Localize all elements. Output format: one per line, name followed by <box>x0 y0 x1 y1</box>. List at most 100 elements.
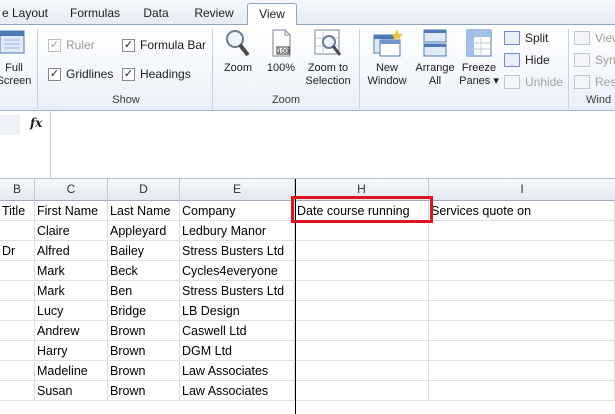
cell-e[interactable]: Caswell Ltd <box>180 321 295 341</box>
cell-i[interactable] <box>429 381 615 401</box>
full-screen-icon <box>0 27 30 59</box>
column-header-b[interactable]: B <box>0 179 35 201</box>
header-cell-b[interactable]: Title <box>0 201 35 221</box>
cell-c[interactable]: Susan <box>35 381 108 401</box>
name-box[interactable] <box>0 115 20 135</box>
new-window-label-2: Window <box>367 75 407 87</box>
cell-c[interactable]: Harry <box>35 341 108 361</box>
zoom-100-label: 100% <box>266 62 296 74</box>
cell-i[interactable] <box>429 221 615 241</box>
full-screen-button[interactable]: Full Screen <box>0 27 36 88</box>
unhide-button[interactable]: Unhide <box>504 75 563 89</box>
cell-i[interactable] <box>429 301 615 321</box>
zoom-label: Zoom <box>223 62 253 74</box>
cell-c[interactable]: Mark <box>35 281 108 301</box>
cell-c[interactable]: Andrew <box>35 321 108 341</box>
cell-i[interactable] <box>429 281 615 301</box>
column-header-c[interactable]: C <box>35 179 108 201</box>
cell-b[interactable] <box>0 381 35 401</box>
cell-c[interactable]: Lucy <box>35 301 108 321</box>
cell-d[interactable]: Appleyard <box>108 221 180 241</box>
header-cell-c[interactable]: First Name <box>35 201 108 221</box>
ruler-checkbox[interactable]: ✓ Ruler <box>48 38 95 52</box>
cell-i[interactable] <box>429 321 615 341</box>
cell-b[interactable] <box>0 361 35 381</box>
cell-c[interactable]: Madeline <box>35 361 108 381</box>
cell-h[interactable] <box>295 241 429 261</box>
cell-d[interactable]: Bailey <box>108 241 180 261</box>
cell-d[interactable]: Brown <box>108 341 180 361</box>
cell-b[interactable] <box>0 281 35 301</box>
zoom-100-button[interactable]: 100 100% <box>263 27 299 75</box>
freeze-panes-icon <box>463 27 495 59</box>
cell-e[interactable]: Law Associates <box>180 361 295 381</box>
arrange-all-label-1: Arrange <box>415 62 455 74</box>
zoom-100-icon: 100 <box>265 27 297 59</box>
cell-h[interactable] <box>295 361 429 381</box>
cell-e[interactable]: Stress Busters Ltd <box>180 281 295 301</box>
arrange-all-button[interactable]: Arrange All <box>412 27 458 88</box>
cell-i[interactable] <box>429 241 615 261</box>
gridlines-checkbox[interactable]: ✓ Gridlines <box>48 67 113 81</box>
cell-e[interactable]: Ledbury Manor <box>180 221 295 241</box>
cell-h[interactable] <box>295 281 429 301</box>
cell-b[interactable] <box>0 321 35 341</box>
formula-bar-checkbox[interactable]: ✓ Formula Bar <box>122 38 206 52</box>
column-header-i[interactable]: I <box>429 179 615 201</box>
cell-c[interactable]: Claire <box>35 221 108 241</box>
cell-h[interactable] <box>295 341 429 361</box>
split-button[interactable]: Split <box>504 31 548 45</box>
hide-icon <box>504 53 520 67</box>
zoom-to-selection-button[interactable]: Zoom to Selection <box>302 27 354 88</box>
column-header-d[interactable]: D <box>108 179 180 201</box>
cell-i[interactable] <box>429 361 615 381</box>
cell-h[interactable] <box>295 381 429 401</box>
cell-e[interactable]: LB Design <box>180 301 295 321</box>
tab-formulas[interactable]: Formulas <box>62 3 128 25</box>
window-group-label: Wind <box>586 94 612 106</box>
cell-i[interactable] <box>429 261 615 281</box>
cell-d[interactable]: Ben <box>108 281 180 301</box>
zoom-button[interactable]: Zoom <box>219 27 257 75</box>
column-header-e[interactable]: E <box>180 179 295 201</box>
cell-h[interactable] <box>295 261 429 281</box>
cell-d[interactable]: Brown <box>108 321 180 341</box>
header-cell-e[interactable]: Company <box>180 201 295 221</box>
reset-window-position-button[interactable]: Res <box>574 75 615 89</box>
cell-h[interactable] <box>295 301 429 321</box>
new-window-icon <box>371 27 403 59</box>
gridlines-check-icon: ✓ <box>48 67 61 81</box>
synchronous-scrolling-button[interactable]: Syn <box>574 53 615 67</box>
cell-d[interactable]: Brown <box>108 381 180 401</box>
freeze-panes-button[interactable]: Freeze Panes ▾ <box>457 27 501 88</box>
hide-button[interactable]: Hide <box>504 53 550 67</box>
header-cell-d[interactable]: Last Name <box>108 201 180 221</box>
cell-i[interactable] <box>429 341 615 361</box>
cell-e[interactable]: Cycles4everyone <box>180 261 295 281</box>
cell-c[interactable]: Alfred <box>35 241 108 261</box>
insert-function-icon[interactable]: fx <box>30 116 42 130</box>
cell-d[interactable]: Bridge <box>108 301 180 321</box>
cell-b[interactable] <box>0 341 35 361</box>
headings-checkbox[interactable]: ✓ Headings <box>122 67 191 81</box>
cell-e[interactable]: DGM Ltd <box>180 341 295 361</box>
cell-h[interactable] <box>295 221 429 241</box>
cell-d[interactable]: Beck <box>108 261 180 281</box>
tab-data[interactable]: Data <box>138 3 174 25</box>
view-side-by-side-button[interactable]: View <box>574 31 615 45</box>
tab-review[interactable]: Review <box>186 3 242 25</box>
cell-b[interactable]: Dr <box>0 241 35 261</box>
unhide-icon <box>504 75 520 89</box>
cell-e[interactable]: Stress Busters Ltd <box>180 241 295 261</box>
tab-page-layout[interactable]: e Layout <box>0 3 50 25</box>
cell-d[interactable]: Brown <box>108 361 180 381</box>
cell-c[interactable]: Mark <box>35 261 108 281</box>
cell-b[interactable] <box>0 261 35 281</box>
new-window-button[interactable]: New Window <box>363 27 411 88</box>
cell-b[interactable] <box>0 301 35 321</box>
cell-e[interactable]: Law Associates <box>180 381 295 401</box>
cell-h[interactable] <box>295 321 429 341</box>
header-cell-i[interactable]: Services quote on <box>429 201 615 221</box>
tab-view[interactable]: View <box>247 3 297 26</box>
cell-b[interactable] <box>0 221 35 241</box>
